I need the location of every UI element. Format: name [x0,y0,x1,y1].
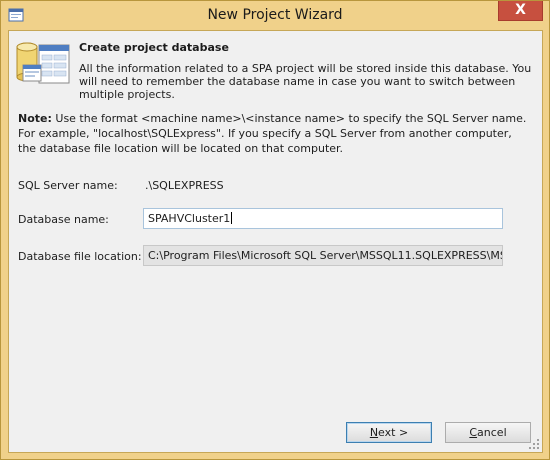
next-label: ext > [378,426,409,439]
file-location-label: Database file location: [18,250,142,263]
wizard-header: Create project database All the informat… [9,31,542,105]
next-label-mnemonic: N [369,426,379,439]
sql-server-value: .\SQLEXPRESS [145,179,224,192]
note-label: Note: [18,112,52,125]
page-title: Create project database [79,41,229,54]
note-body: Use the format <machine name>\<instance … [18,112,527,155]
close-button[interactable]: X [498,1,543,21]
wizard-client-area: Create project database All the informat… [8,30,543,453]
note-text: Note: Use the format <machine name>\<ins… [18,111,533,156]
file-location-field[interactable]: C:\Program Files\Microsoft SQL Server\MS… [143,245,503,266]
close-icon: X [515,2,526,18]
sql-server-label: SQL Server name: [18,179,118,192]
cancel-label-mnemonic: C [469,426,478,439]
resize-grip-icon[interactable] [528,438,540,450]
file-location-value: C:\Program Files\Microsoft SQL Server\MS… [148,249,502,262]
page-description: All the information related to a SPA pro… [79,62,532,101]
text-caret [231,212,233,224]
cancel-button[interactable]: Cancel [445,422,531,443]
cancel-label: ancel [477,426,507,439]
title-bar[interactable]: New Project Wizard X [1,1,549,30]
window-title: New Project Wizard [207,7,343,23]
next-button[interactable]: Next > [346,422,432,443]
wizard-window: New Project Wizard X Create project data… [0,0,550,460]
database-name-value: SPAHVCluster1 [148,212,231,225]
database-icon [16,42,70,84]
database-name-label: Database name: [18,213,109,226]
database-name-input[interactable]: SPAHVCluster1 [143,208,503,229]
